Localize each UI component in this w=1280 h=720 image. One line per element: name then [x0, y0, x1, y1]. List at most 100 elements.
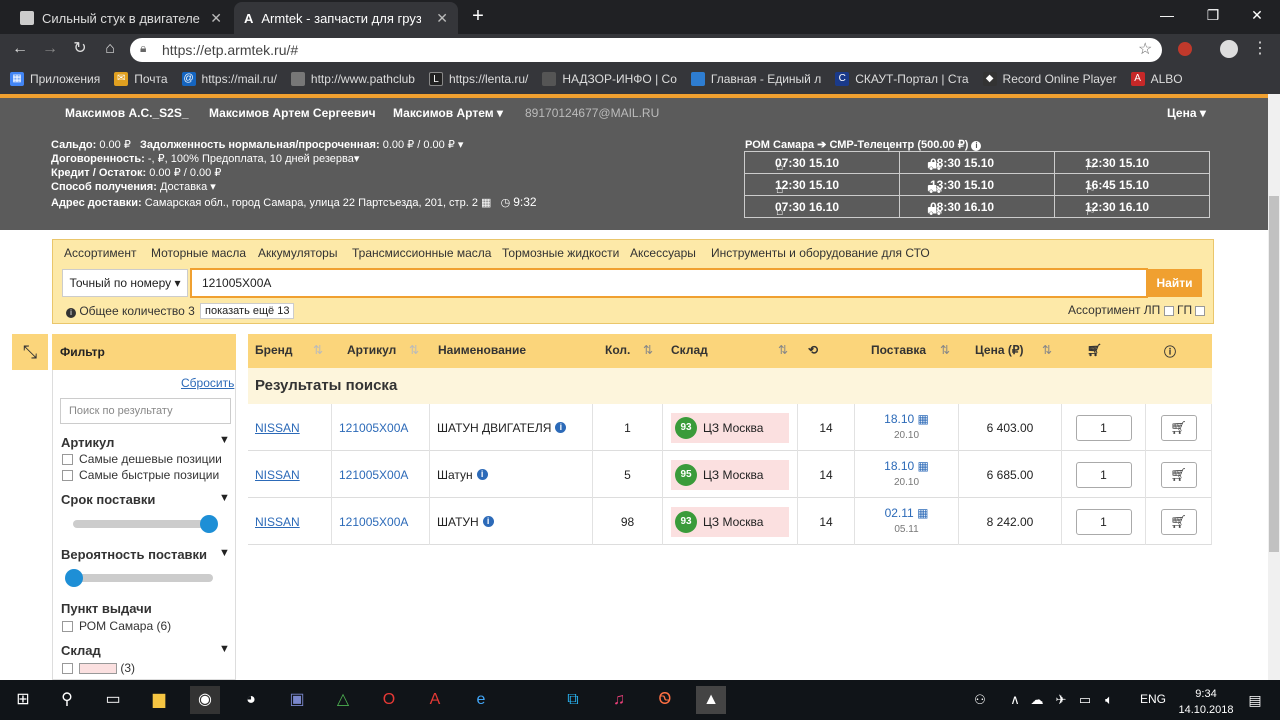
calendar-icon[interactable]: ▦ [917, 506, 928, 520]
reset-filter-link[interactable]: Сбросить [181, 376, 234, 390]
info-icon[interactable]: i [555, 422, 567, 433]
close-tab-icon[interactable]: ✕ [210, 10, 222, 27]
category-accessories[interactable]: Аксессуары [630, 246, 696, 260]
probability-slider[interactable] [73, 574, 213, 582]
delivery-method-line[interactable]: Способ получения: Доставка ▾ [51, 180, 216, 193]
sort-icon[interactable]: ⇅ [313, 343, 323, 357]
tab-2[interactable]: A Armtek - запчасти для грузовых ✕ [234, 2, 458, 34]
add-to-cart-button[interactable]: 🛒︎ [1160, 461, 1197, 488]
find-button[interactable]: Найти [1147, 269, 1202, 297]
column-name[interactable]: Наименование [438, 343, 526, 357]
schedule-slot[interactable]: 13:30 15.10 [899, 173, 1055, 196]
info-icon[interactable]: i [482, 516, 494, 527]
sort-icon[interactable]: ⇅ [409, 343, 419, 357]
search-mode-select[interactable]: Точный по номеру ▾ [62, 269, 188, 297]
schedule-slot[interactable]: 12:30 15.10 [744, 173, 900, 196]
caret-down-icon[interactable]: ▼ [219, 643, 230, 655]
close-tab-icon[interactable]: ✕ [436, 10, 448, 27]
info-icon[interactable]: i [476, 469, 488, 480]
checkbox[interactable] [62, 621, 73, 633]
schedule-slot[interactable]: 16:45 15.10 [1054, 173, 1210, 196]
brand-link[interactable]: NISSAN [255, 515, 300, 529]
minimize-icon[interactable]: — [1144, 0, 1190, 30]
search-icon[interactable]: ⚲ [52, 686, 82, 714]
cheap-positions-option[interactable]: Самые дешевые позиции [62, 452, 222, 466]
maximize-icon[interactable]: ❐ [1190, 0, 1236, 30]
language-indicator[interactable]: ENG [1140, 692, 1166, 706]
category-tools[interactable]: Инструменты и оборудование для СТО [711, 246, 930, 260]
schedule-slot[interactable]: 07:30 15.10 [744, 151, 900, 174]
bookmark-star-icon[interactable]: ☆ [1138, 39, 1152, 59]
column-qty[interactable]: Кол. [605, 343, 630, 357]
add-to-cart-button[interactable]: 🛒︎ [1160, 414, 1197, 441]
fast-positions-option[interactable]: Самые быстрые позиции [62, 468, 219, 482]
category-transmission-oils[interactable]: Трансмиссионные масла [352, 246, 491, 260]
pickup-option[interactable]: РОМ Самара (6) [62, 619, 171, 633]
bookmark-mail[interactable]: ✉ Почта [114, 72, 168, 86]
filter-search-input[interactable]: Поиск по результату [60, 398, 231, 424]
app-icon[interactable]: ◕ [236, 686, 266, 714]
close-window-icon[interactable]: ✕ [1234, 0, 1280, 30]
windows-start-icon[interactable]: ⊞ [8, 686, 38, 714]
bookmark-lenta[interactable]: Lhttps://lenta.ru/ [428, 72, 528, 86]
app-o-icon[interactable]: Ꮻ [650, 686, 680, 714]
caret-down-icon[interactable]: ▾ [458, 139, 464, 151]
brand-link[interactable]: NISSAN [255, 468, 300, 482]
notification-icon[interactable]: ▤ [1240, 686, 1270, 714]
bookmark-main[interactable]: Главная - Единый л [690, 72, 821, 86]
home-icon[interactable]: ⌂ [98, 38, 122, 60]
article-link[interactable]: 121005X00A [339, 421, 408, 435]
pickup-point-title[interactable]: Пункт выдачи [61, 601, 152, 616]
delivery-term-slider[interactable] [73, 520, 213, 528]
sort-icon[interactable]: ⇅ [643, 343, 653, 357]
file-explorer-icon[interactable]: ▆ [144, 686, 174, 714]
article-link[interactable]: 121005X00A [339, 515, 408, 529]
volume-icon[interactable]: 🔈︎ [1094, 686, 1124, 714]
sort-icon[interactable]: ⇅ [778, 343, 788, 357]
bookmark-scout[interactable]: C СКАУТ-Портал | Ста [835, 72, 969, 86]
calendar-icon[interactable]: ▦ [918, 459, 929, 473]
checkbox[interactable] [62, 663, 73, 675]
probability-title[interactable]: Вероятность поставки [61, 547, 207, 562]
order-quantity-input[interactable]: 1 [1075, 414, 1132, 441]
scrollbar-thumb[interactable] [1269, 196, 1279, 552]
drive-icon[interactable]: △ [328, 686, 358, 714]
order-quantity-input[interactable]: 1 [1075, 508, 1132, 535]
photos-icon[interactable]: ▲ [696, 686, 726, 714]
clock[interactable]: 9:34 14.10.2018 [1176, 686, 1236, 718]
category-motor-oils[interactable]: Моторные масла [151, 246, 246, 260]
category-batteries[interactable]: Аккумуляторы [258, 246, 337, 260]
show-more-button[interactable]: показать ещё 13 [200, 303, 295, 319]
bookmark-record[interactable]: ◆ Record Online Player [982, 72, 1117, 86]
forward-icon[interactable]: → [38, 38, 62, 60]
bookmark-mailru[interactable]: @ https://mail.ru/ [181, 72, 277, 86]
sort-icon[interactable]: ⇅ [1042, 343, 1052, 357]
category-assortment[interactable]: Ассортимент [64, 246, 136, 260]
column-brand[interactable]: Бренд [255, 343, 293, 357]
caret-down-icon[interactable]: ▼ [219, 492, 230, 504]
price-menu[interactable]: Цена ▾ [1167, 106, 1206, 120]
add-to-cart-button[interactable]: 🛒︎ [1160, 508, 1197, 535]
task-view-icon[interactable]: ▭ [98, 686, 128, 714]
search-input[interactable]: 121005X00A [190, 268, 1148, 298]
address-bar[interactable]: https://etp.armtek.ru/# [130, 38, 1162, 62]
calendar-icon[interactable]: ▦ [481, 197, 491, 209]
slider-handle[interactable] [200, 515, 218, 533]
bookmark-pathclub[interactable]: http://www.pathclub [290, 72, 415, 86]
warehouse-title[interactable]: Склад [61, 643, 101, 658]
checkbox[interactable] [62, 470, 73, 482]
store-icon[interactable]: ⧉ [558, 686, 588, 714]
extension-icon[interactable] [1178, 42, 1192, 56]
info-icon[interactable]: i [971, 141, 982, 151]
bookmark-albo[interactable]: A ALBO [1130, 72, 1183, 86]
bookmark-nadzor[interactable]: НАДЗОР-ИНФО | Со [542, 72, 677, 86]
caret-down-icon[interactable]: ▼ [219, 434, 230, 446]
back-icon[interactable]: ← [8, 38, 32, 60]
order-quantity-input[interactable]: 1 [1075, 461, 1132, 488]
calendar-icon[interactable]: ▦ [918, 412, 929, 426]
user-name-link[interactable]: Максимов Артем Сергеевич [209, 106, 376, 120]
new-tab-icon[interactable]: + [466, 4, 490, 28]
sort-icon[interactable]: ⇅ [940, 343, 950, 357]
opera-icon[interactable]: O [374, 686, 404, 714]
lp-checkbox[interactable] [1163, 305, 1174, 316]
